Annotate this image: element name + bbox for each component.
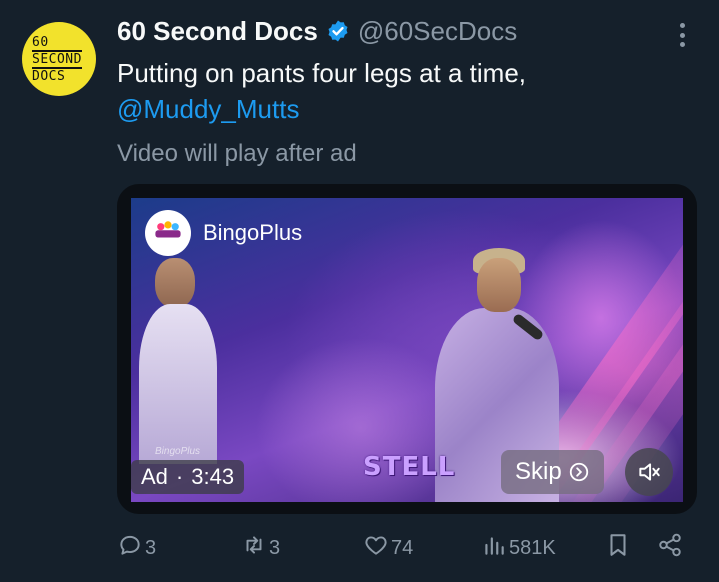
reply-button[interactable]: 3 (117, 532, 156, 564)
skip-label: Skip (515, 458, 562, 485)
skip-arrow-icon (568, 461, 590, 483)
views-chart-icon (481, 532, 507, 564)
tweet-body: Putting on pants four legs at a time, (117, 58, 527, 88)
tweet-text: Putting on pants four legs at a time, @M… (117, 55, 526, 127)
avatar-logo: 60 SECOND DOCS (32, 35, 82, 84)
ad-notice: Video will play after ad (117, 140, 357, 167)
skip-ad-button[interactable]: Skip (501, 450, 604, 494)
ad-countdown: 3:43 (191, 464, 235, 489)
avatar-logo-line-2: SECOND (32, 50, 82, 69)
avatar-logo-line-1: 60 (32, 35, 49, 50)
like-button[interactable]: 74 (363, 532, 413, 564)
tweet-header: 60 Second Docs @60SecDocs (117, 14, 517, 48)
ad-separator: · (175, 464, 184, 489)
performer-caption: STELL (363, 452, 456, 482)
repost-icon (241, 532, 267, 564)
video-player[interactable]: BingoPlus STELL BingoPlus Ad · 3:43 Skip (117, 184, 697, 514)
repost-count: 3 (269, 536, 281, 559)
tweet-actions: 3 3 74 581K (117, 532, 687, 562)
muted-speaker-icon[interactable] (625, 448, 673, 496)
view-count: 581K (509, 536, 556, 559)
tweet-card[interactable]: 60 SECOND DOCS 60 Second Docs @60SecDocs… (0, 0, 719, 582)
broadcast-watermark: BingoPlus (155, 446, 201, 457)
author-avatar[interactable]: 60 SECOND DOCS (22, 22, 96, 96)
ad-label: Ad (141, 464, 168, 489)
ad-countdown-badge: Ad · 3:43 (131, 460, 245, 494)
more-options-icon[interactable] (670, 20, 694, 50)
bookmark-button[interactable] (605, 532, 631, 564)
avatar-logo-line-3: DOCS (32, 69, 66, 84)
advertiser-badge[interactable]: BingoPlus (145, 210, 302, 256)
background-dancer (139, 258, 219, 464)
heart-icon (363, 532, 389, 564)
verified-badge-icon[interactable] (326, 19, 350, 43)
views-button[interactable]: 581K (481, 532, 556, 564)
reply-icon (117, 532, 143, 564)
share-icon (657, 532, 683, 564)
author-display-name[interactable]: 60 Second Docs (117, 16, 318, 47)
advertiser-logo (145, 210, 191, 256)
video-frame[interactable]: BingoPlus STELL BingoPlus Ad · 3:43 Skip (131, 198, 683, 502)
mention-link[interactable]: @Muddy_Mutts (117, 91, 526, 127)
share-button[interactable] (657, 532, 683, 564)
advertiser-name[interactable]: BingoPlus (203, 220, 302, 246)
repost-button[interactable]: 3 (241, 532, 280, 564)
like-count: 74 (391, 536, 414, 559)
bookmark-icon (605, 532, 631, 564)
author-handle[interactable]: @60SecDocs (358, 16, 517, 47)
reply-count: 3 (145, 536, 157, 559)
